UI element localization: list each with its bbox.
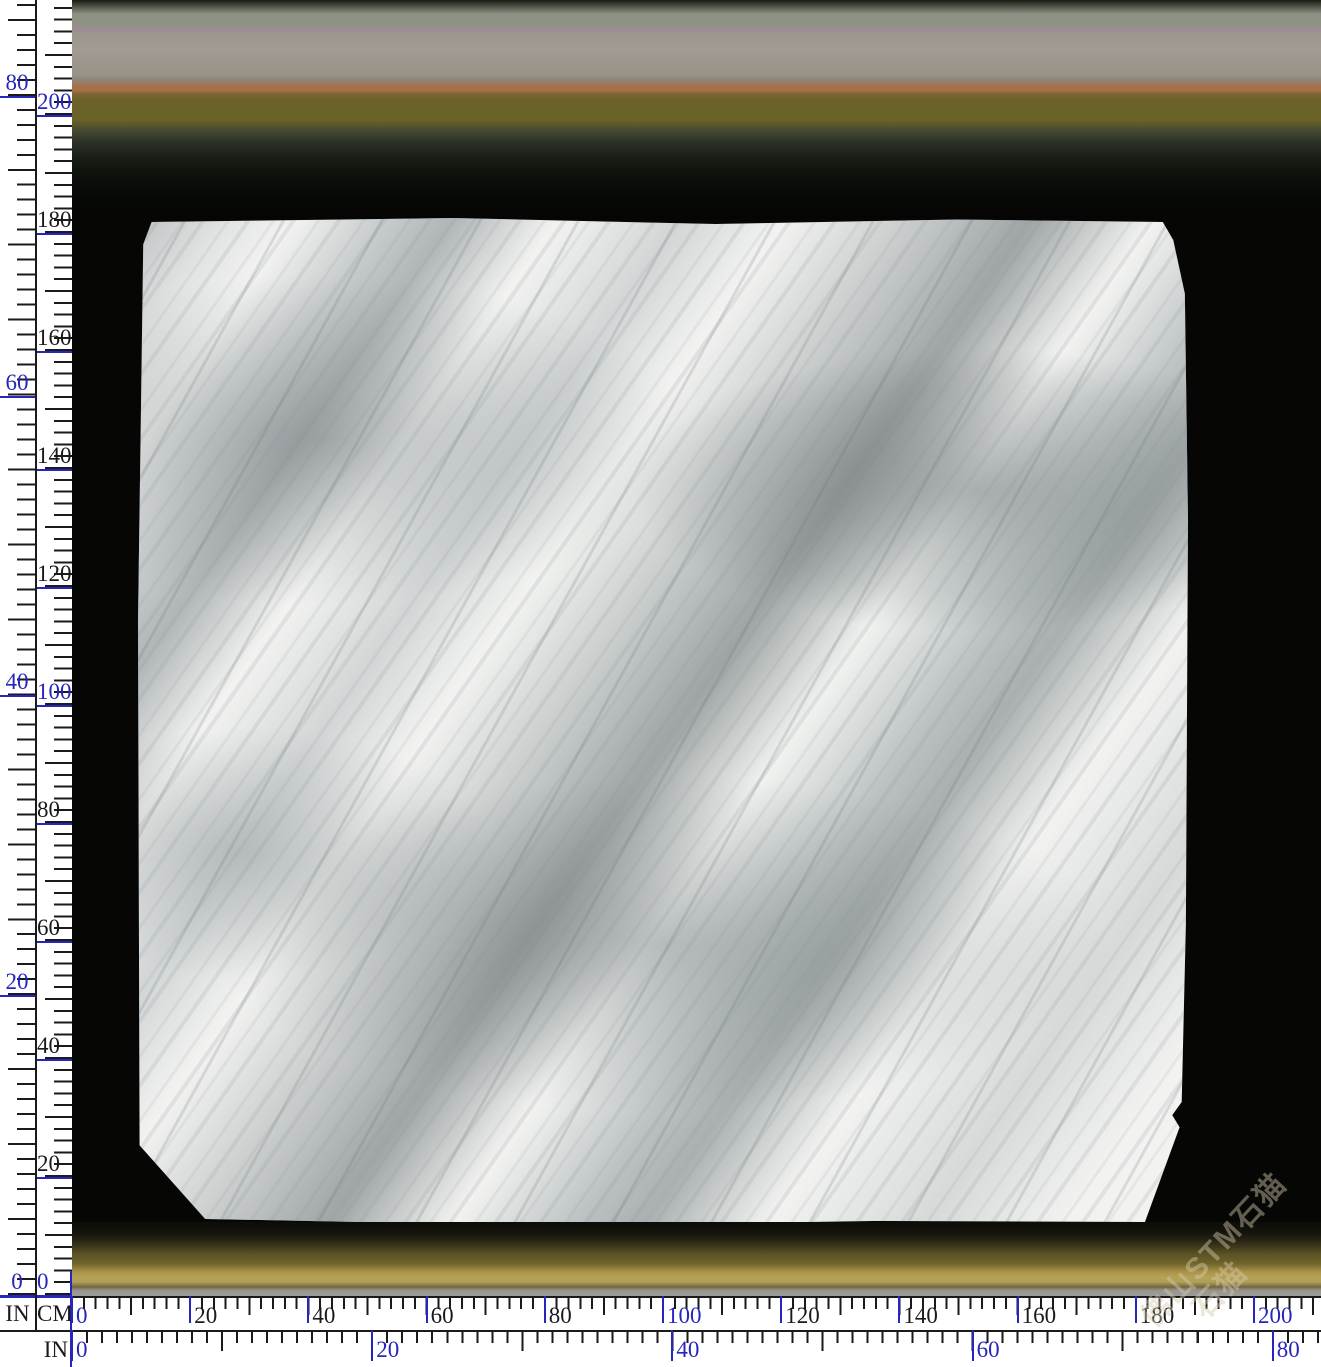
ruler-label: 40 — [676, 1337, 699, 1363]
ruler-label: 20 — [194, 1303, 217, 1329]
corner-cm-unit-label: CM — [37, 1299, 71, 1329]
ruler-major-tick — [189, 1296, 191, 1323]
ruler-major-line — [36, 941, 72, 943]
bottom-inch-unit-label: IN — [34, 1335, 68, 1365]
ruler-label: 120 — [785, 1303, 820, 1329]
ruler-label: 160 — [1022, 1303, 1057, 1329]
corner-inch-unit-label: IN — [0, 1299, 35, 1329]
ruler-major-line — [0, 96, 36, 98]
ruler-major-line — [0, 695, 36, 697]
ruler-label: 0 — [76, 1303, 88, 1329]
slab-photo-area — [72, 0, 1321, 1296]
ruler-label: 60 — [0, 370, 34, 396]
ruler-label: 0 — [37, 1269, 71, 1295]
ruler-major-tick — [780, 1296, 782, 1323]
slab-scan-viewer: 佛山STM石猫 石猫 200180160140120100806040200 8… — [0, 0, 1321, 1367]
ruler-label: 40 — [37, 1033, 71, 1059]
ruler-major-line — [36, 1177, 72, 1179]
ruler-label: 120 — [37, 561, 71, 587]
ruler-label: 20 — [37, 1151, 71, 1177]
ruler-major-tick — [544, 1296, 546, 1323]
bottom-ruler: IN CM IN 020406080100120140160180200 020… — [0, 1296, 1321, 1367]
ruler-label: 60 — [977, 1337, 1000, 1363]
ruler-major-tick — [1017, 1296, 1019, 1323]
ruler-major-line — [0, 995, 36, 997]
ruler-major-tick — [662, 1296, 664, 1323]
ruler-major-line — [36, 115, 72, 117]
ruler-label: 20 — [0, 969, 34, 995]
ruler-major-tick — [671, 1330, 673, 1361]
left-ruler-cm-medium-ticks — [45, 0, 72, 1295]
scanner-frame-bottom — [72, 1222, 1321, 1296]
ruler-label: 180 — [37, 207, 71, 233]
scanner-frame-top — [72, 0, 1321, 218]
ruler-major-line — [0, 396, 36, 398]
ruler-label: 200 — [37, 89, 71, 115]
ruler-major-tick — [1272, 1330, 1274, 1361]
marble-slab-image — [138, 218, 1188, 1226]
ruler-label: 200 — [1258, 1303, 1293, 1329]
ruler-label: 20 — [376, 1337, 399, 1363]
ruler-major-tick — [71, 1296, 73, 1323]
ruler-label: 80 — [0, 70, 34, 96]
ruler-major-line — [36, 1059, 72, 1061]
ruler-major-tick — [898, 1296, 900, 1323]
ruler-label: 40 — [0, 669, 34, 695]
ruler-major-line — [36, 705, 72, 707]
ruler-major-tick — [1253, 1296, 1255, 1323]
ruler-label: 100 — [667, 1303, 702, 1329]
ruler-major-tick — [307, 1296, 309, 1323]
ruler-major-line — [36, 469, 72, 471]
ruler-label: 80 — [549, 1303, 572, 1329]
ruler-label: 40 — [312, 1303, 335, 1329]
ruler-label: 160 — [37, 325, 71, 351]
ruler-major-tick — [972, 1330, 974, 1361]
ruler-label: 0 — [76, 1337, 88, 1363]
ruler-major-line — [36, 233, 72, 235]
ruler-label: 140 — [37, 443, 71, 469]
left-ruler-divider-line — [35, 0, 37, 1331]
ruler-label: 60 — [431, 1303, 454, 1329]
ruler-label: 80 — [37, 797, 71, 823]
ruler-major-line — [36, 587, 72, 589]
ruler-label: 80 — [1277, 1337, 1300, 1363]
ruler-label: 100 — [37, 679, 71, 705]
ruler-major-tick — [426, 1296, 428, 1323]
ruler-major-line — [36, 351, 72, 353]
ruler-label: 60 — [37, 915, 71, 941]
ruler-major-tick — [371, 1330, 373, 1361]
ruler-label: 140 — [903, 1303, 938, 1329]
ruler-label: 0 — [0, 1269, 34, 1295]
ruler-major-tick — [71, 1330, 73, 1361]
ruler-major-line — [36, 823, 72, 825]
left-ruler-inch-medium-ticks — [8, 0, 35, 1295]
